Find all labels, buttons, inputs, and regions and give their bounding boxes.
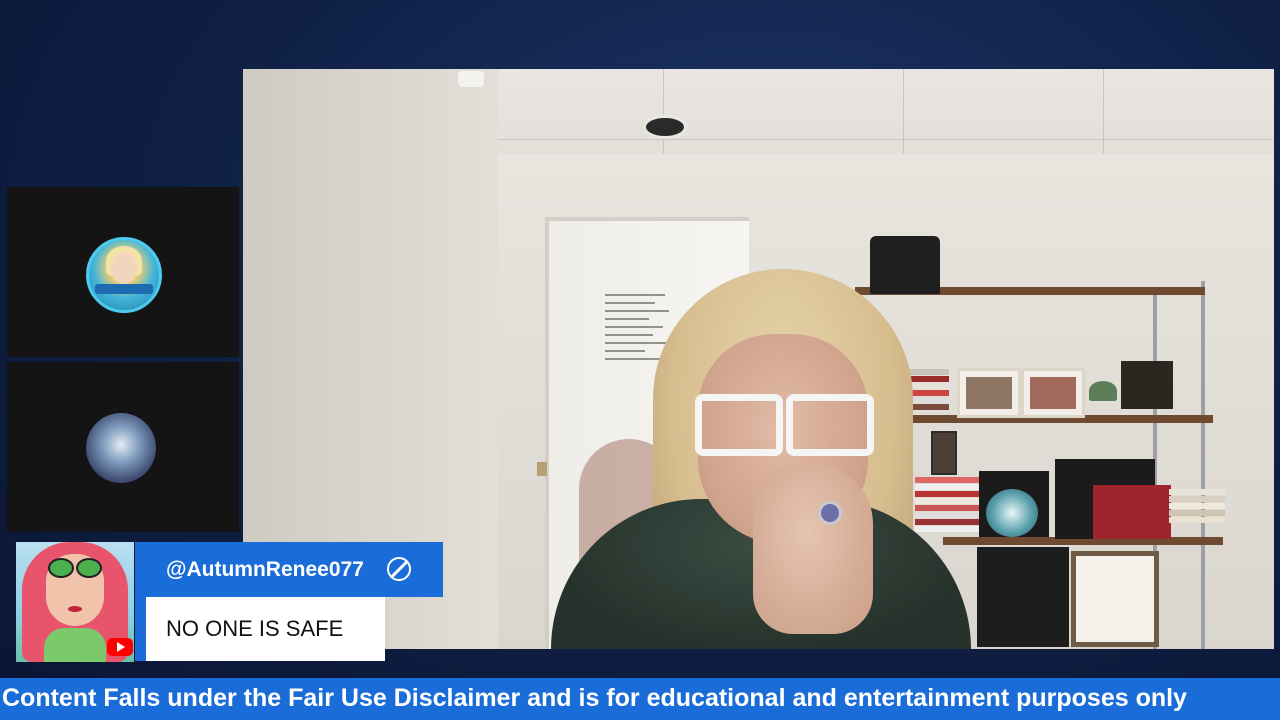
book-stand — [1121, 361, 1173, 409]
comment-username: @AutumnRenee077 — [166, 557, 364, 581]
cartoon-frame — [1071, 551, 1159, 647]
ring — [818, 501, 842, 525]
photo-frame — [1021, 368, 1085, 418]
youtube-icon — [107, 638, 133, 656]
person-hand — [753, 464, 873, 634]
participant-avatar-icon — [86, 413, 156, 483]
ban-icon — [387, 557, 411, 581]
comment-message: NO ONE IS SAFE — [166, 616, 344, 641]
participant-avatar-icon — [86, 237, 162, 313]
comment-header: @AutumnRenee077 — [135, 542, 443, 597]
comment-accent-strip — [135, 597, 146, 661]
disclaimer-ticker: Content Falls under the Fair Use Disclai… — [0, 678, 1280, 720]
ceiling-light — [643, 115, 687, 139]
shelf-post — [1201, 281, 1205, 649]
glasses — [695, 394, 874, 456]
plant — [1089, 381, 1117, 401]
lantern — [931, 431, 957, 475]
commenter-avatar — [16, 542, 134, 662]
participant-tile-1[interactable] — [7, 187, 239, 357]
smoke-detector — [458, 71, 484, 87]
book-stack — [1169, 489, 1225, 524]
ticker-text: Content Falls under the Fair Use Disclai… — [2, 684, 1187, 712]
decorative-plate — [986, 489, 1038, 537]
photo-frame — [957, 368, 1021, 418]
participant-tile-2[interactable] — [7, 362, 239, 532]
cabinet — [977, 547, 1069, 647]
red-book — [1093, 485, 1171, 539]
speaker — [870, 236, 940, 294]
book-stack — [915, 477, 981, 533]
door-knob — [537, 462, 547, 476]
comment-body: NO ONE IS SAFE — [146, 597, 385, 661]
